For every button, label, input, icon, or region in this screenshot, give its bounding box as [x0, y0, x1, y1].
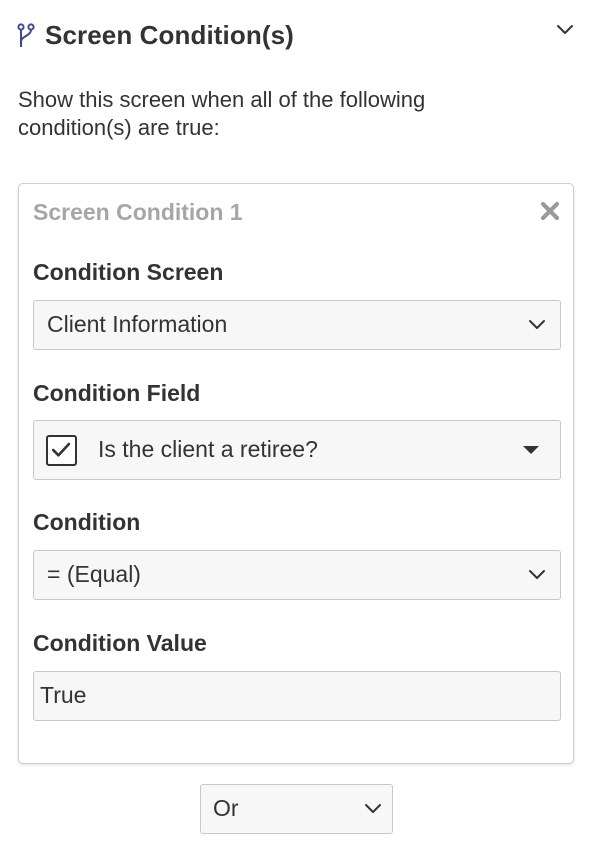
chevron-down-icon[interactable]	[552, 20, 578, 40]
section-header[interactable]: Screen Condition(s)	[0, 0, 596, 72]
condition-card: Screen Condition 1 Condition Screen Clie…	[18, 183, 574, 764]
condition-value: = (Equal)	[47, 561, 141, 587]
condition-select[interactable]: = (Equal)	[33, 550, 561, 600]
section-title: Screen Condition(s)	[45, 20, 294, 50]
condition-card-title: Screen Condition 1	[33, 199, 243, 225]
chevron-down-icon	[365, 804, 381, 813]
checkbox-checked-icon	[46, 435, 77, 466]
condition-value-input[interactable]: True	[33, 671, 561, 721]
logic-operator-select[interactable]: Or	[200, 784, 393, 834]
condition-screen-label: Condition Screen	[33, 259, 224, 285]
chevron-down-icon	[529, 320, 545, 329]
condition-screen-value: Client Information	[47, 311, 228, 337]
condition-field-label: Condition Field	[33, 380, 201, 406]
logic-operator-value: Or	[213, 795, 239, 821]
condition-field-value: Is the client a retiree?	[98, 436, 318, 462]
chevron-down-icon	[529, 570, 545, 579]
branch-icon	[17, 23, 35, 47]
condition-field-select[interactable]: Is the client a retiree?	[33, 420, 561, 480]
condition-screen-select[interactable]: Client Information	[33, 300, 561, 350]
condition-label: Condition	[33, 509, 141, 535]
caret-down-icon	[523, 446, 539, 454]
close-icon[interactable]	[539, 200, 561, 222]
condition-value-label: Condition Value	[33, 630, 207, 656]
intro-text: Show this screen when all of the followi…	[18, 87, 426, 140]
